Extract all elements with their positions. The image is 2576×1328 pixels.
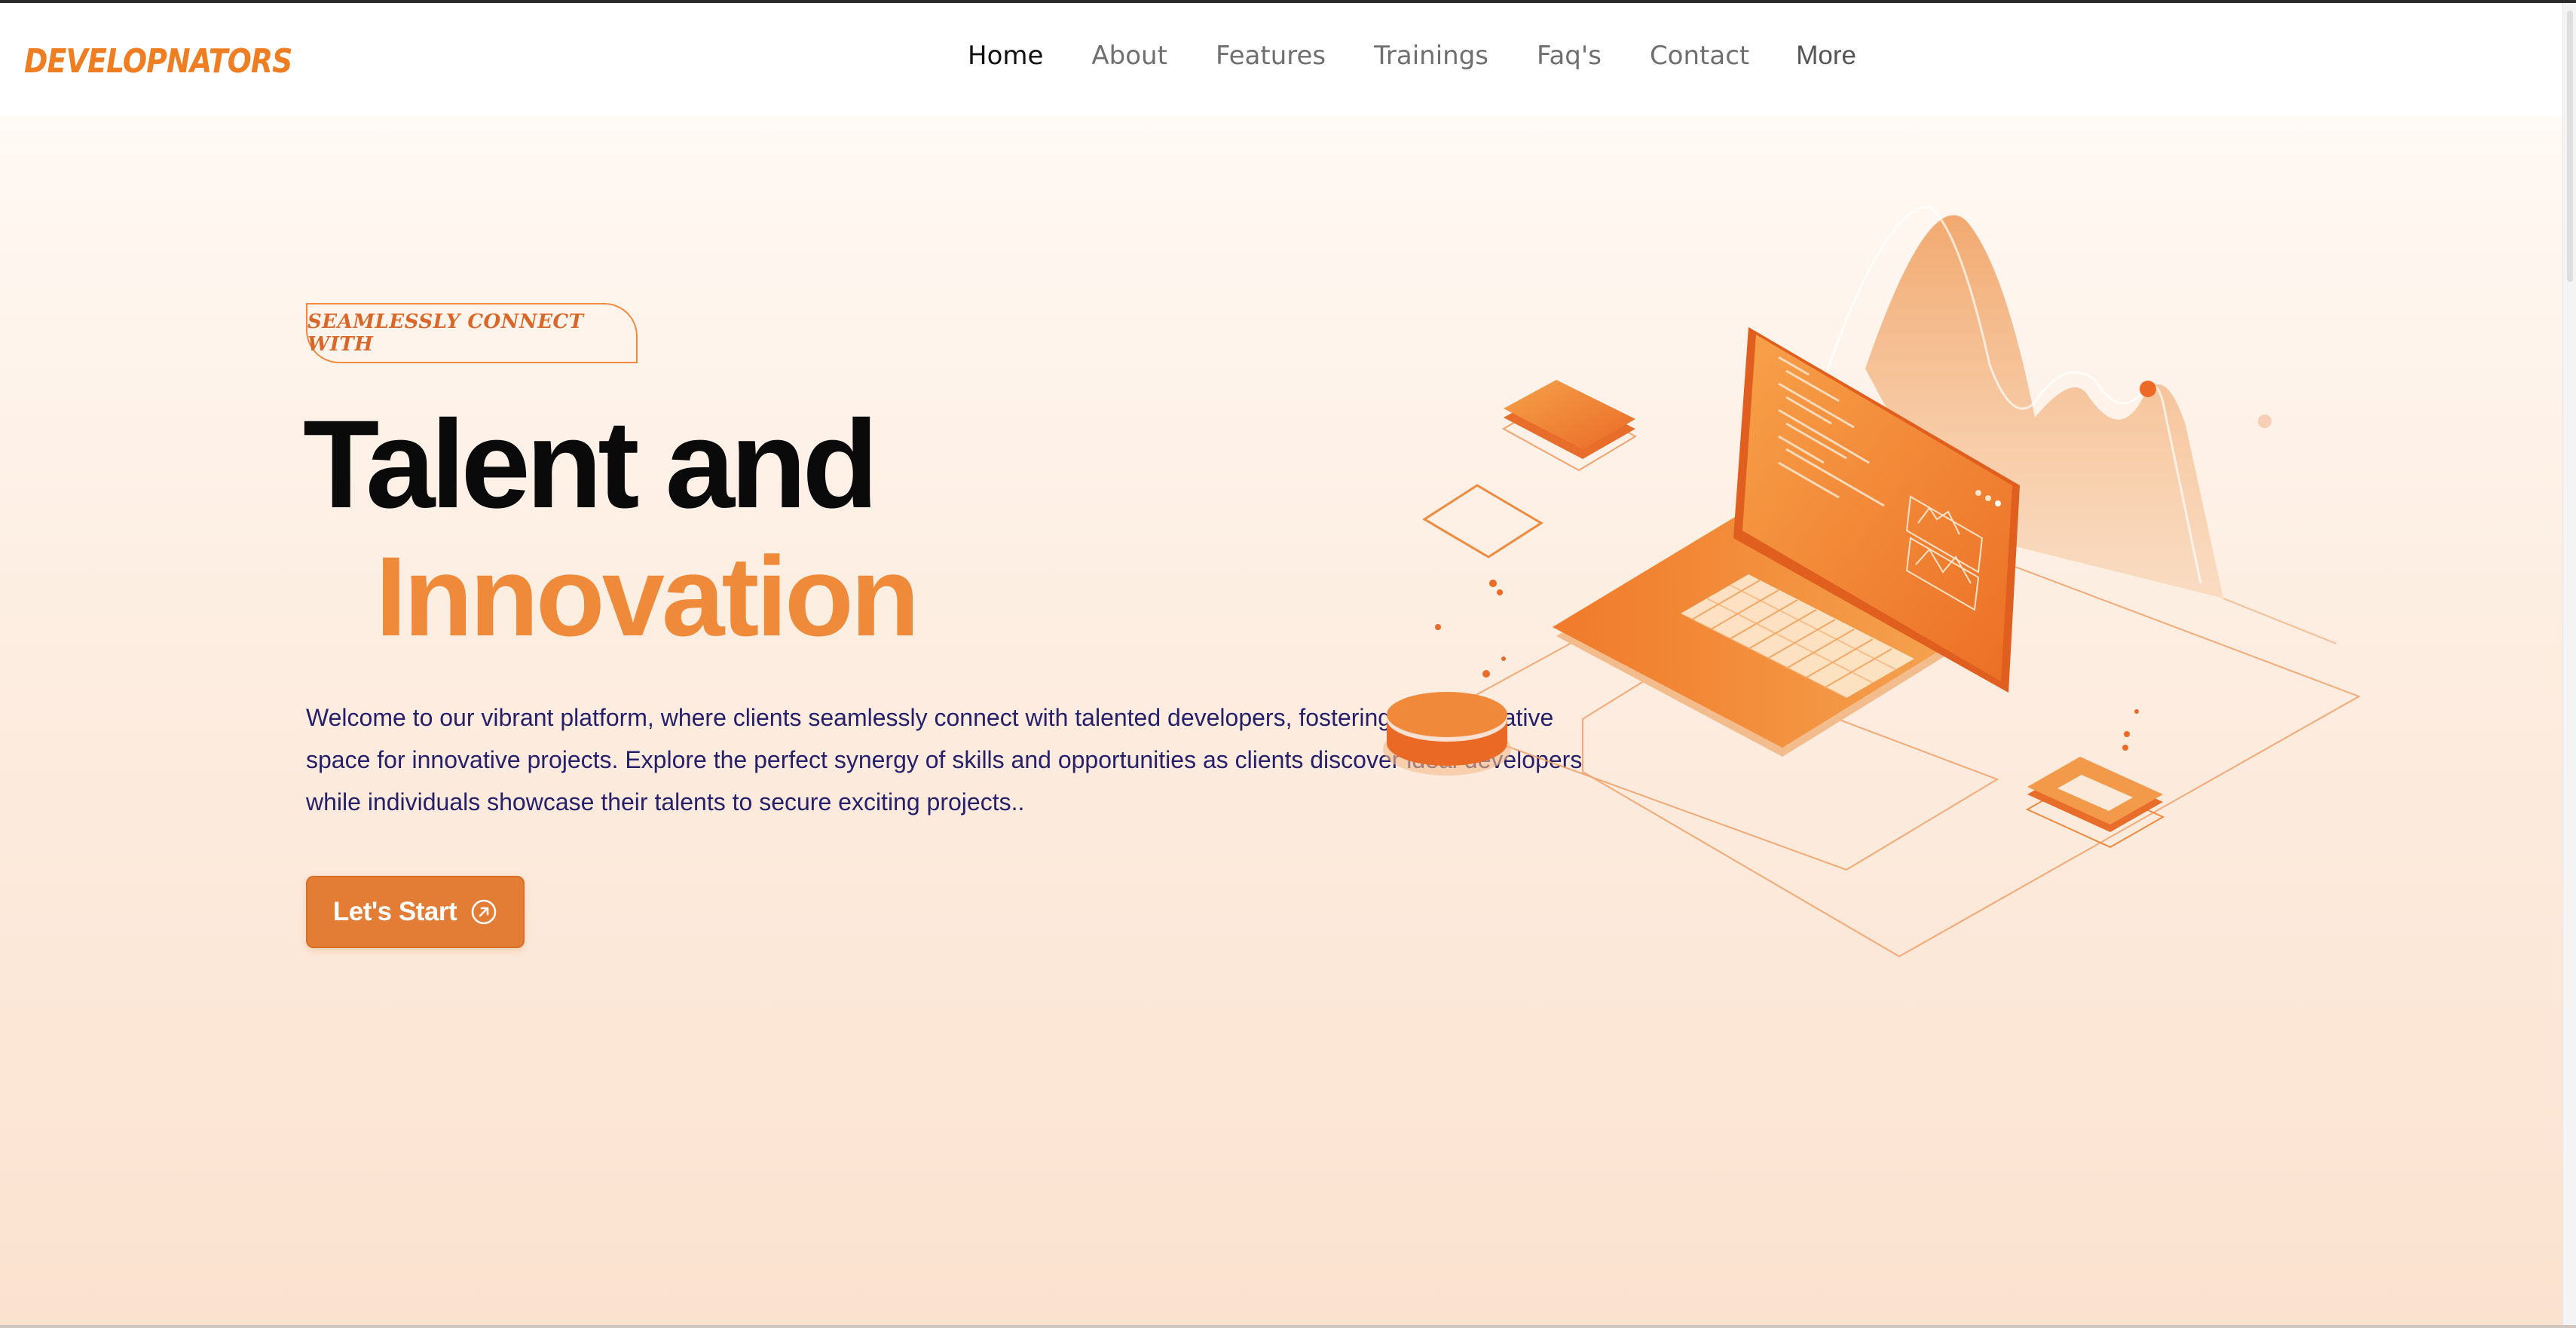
- nav-features[interactable]: Features: [1216, 41, 1326, 71]
- nav-about[interactable]: About: [1091, 41, 1167, 71]
- window-bottom-border: [0, 1325, 2576, 1328]
- isometric-laptop-analytics-illustration: [1383, 205, 2361, 958]
- brand-logo[interactable]: DEVELOPNATORS: [24, 42, 292, 81]
- nav-more[interactable]: More: [1796, 41, 1856, 71]
- scrollbar-thumb[interactable]: [2567, 11, 2573, 282]
- arrow-up-right-circle-icon: [470, 898, 497, 926]
- hero-tagline-badge: SEAMLESSLY CONNECT WITH: [306, 303, 638, 363]
- vertical-scrollbar[interactable]: [2562, 3, 2576, 1325]
- main-nav: Home About Features Trainings Faq's Cont…: [968, 41, 1856, 71]
- nav-home[interactable]: Home: [968, 41, 1043, 71]
- lets-start-button[interactable]: Let's Start: [306, 876, 525, 948]
- landing-page: DEVELOPNATORS Home About Features Traini…: [0, 3, 2562, 1325]
- hero-tagline: SEAMLESSLY CONNECT WITH: [307, 311, 584, 356]
- site-header: DEVELOPNATORS Home About Features Traini…: [0, 3, 2562, 116]
- nav-faqs[interactable]: Faq's: [1537, 41, 1602, 71]
- nav-trainings[interactable]: Trainings: [1374, 41, 1488, 71]
- lets-start-label: Let's Start: [332, 897, 457, 926]
- hero-title-line2: Innovation: [375, 533, 919, 659]
- nav-contact[interactable]: Contact: [1650, 41, 1749, 71]
- hero-title-line1: Talent and: [303, 395, 879, 534]
